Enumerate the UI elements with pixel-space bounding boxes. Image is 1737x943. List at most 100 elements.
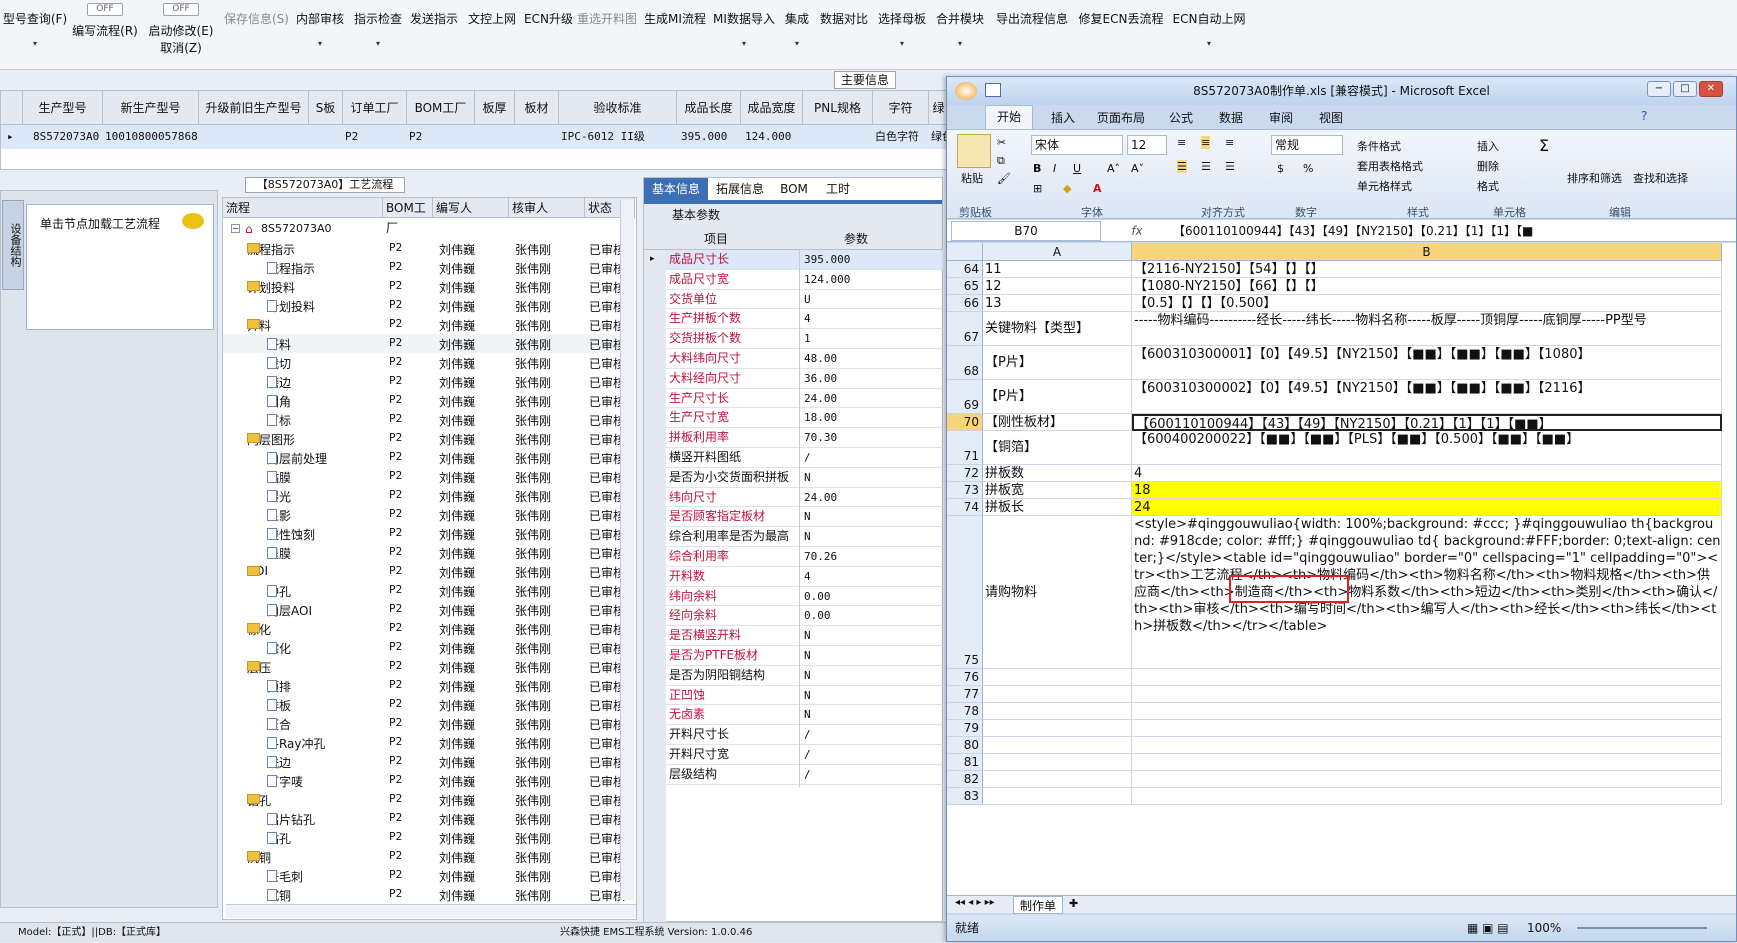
underline-icon[interactable]: U <box>1073 162 1081 175</box>
tree-row[interactable]: −沉铜P2刘伟巍张伟刚已审核 <box>223 847 625 866</box>
tree-row[interactable]: 曝光 P2 刘伟巍 张伟刚 已审核 <box>223 486 625 505</box>
row-header[interactable]: 82 <box>947 771 983 788</box>
tree-row[interactable]: 酸性蚀刻 P2 刘伟巍 张伟刚 已审核 <box>223 524 625 543</box>
tree-node[interactable]: 显影 <box>267 507 291 524</box>
align-top-icon[interactable]: ≡ <box>1177 136 1186 149</box>
paste-button[interactable]: 粘贴 <box>961 170 983 186</box>
name-box[interactable]: B70 <box>951 221 1101 241</box>
tree-row[interactable]: −内层图形P2刘伟巍张伟刚已审核 <box>223 429 625 448</box>
property-value[interactable]: / <box>804 745 811 764</box>
grid-header[interactable]: 生产型号 <box>23 91 103 125</box>
ecn-upgrade-button[interactable]: ECN升级 <box>524 4 573 64</box>
integrate-button[interactable]: 集成 ▾ <box>780 4 814 64</box>
grid-cell[interactable]: P2 <box>409 125 422 149</box>
tree-node[interactable]: 去毛刺 <box>267 868 303 885</box>
property-value[interactable]: 1 <box>804 329 811 348</box>
tree-row[interactable]: 内层前处理 P2 刘伟巍 张伟刚 已审核 <box>223 448 625 467</box>
generate-mi-button[interactable]: 生成MI流程 <box>644 4 706 64</box>
delete-button[interactable]: 删除 <box>1477 158 1499 174</box>
cut-icon[interactable]: ✂ <box>997 136 1006 149</box>
cell-b[interactable]: 24 <box>1132 499 1722 516</box>
grid-header[interactable]: 板材 <box>515 91 559 125</box>
function-icon[interactable]: fx <box>1107 220 1167 242</box>
format-painter-icon[interactable]: 🖌 <box>997 172 1011 185</box>
tree-header[interactable]: 核审人 <box>509 198 585 218</box>
property-row[interactable]: 是否横竖开料 N <box>666 626 944 649</box>
tree-node[interactable]: −内层图形 <box>247 431 295 448</box>
repair-ecn-button[interactable]: 修复ECN丢流程 <box>1076 4 1166 64</box>
instruction-check-button[interactable]: 指示检查 ▾ <box>354 4 402 64</box>
format-button[interactable]: 格式 <box>1477 178 1499 194</box>
cell-a[interactable] <box>983 720 1132 737</box>
tree-node[interactable]: −AOI <box>247 564 268 578</box>
cell-b[interactable] <box>1132 703 1722 720</box>
grid-cell[interactable]: 白色字符 <box>875 125 919 149</box>
tree-row[interactable]: 沉铜 P2 刘伟巍 张伟刚 已审核 <box>223 885 625 904</box>
grid-header[interactable]: 字符 <box>873 91 929 125</box>
row-header[interactable]: 74 <box>947 499 983 516</box>
property-value[interactable]: 0.00 <box>804 606 831 625</box>
align-center-icon[interactable]: ☰ <box>1201 160 1211 173</box>
tree-node[interactable]: 钻孔 <box>267 830 291 847</box>
sum-icon[interactable]: Σ <box>1539 136 1549 155</box>
property-row[interactable]: 综合利用率是否为最高 N <box>666 527 944 550</box>
new-sheet-icon[interactable]: ✚ <box>1069 897 1078 910</box>
cell-b[interactable]: 【1080-NY2150】【66】【】【】 <box>1132 278 1722 295</box>
property-row[interactable]: 无卤素 N <box>666 705 944 728</box>
mi-import-button[interactable]: MI数据导入 ▾ <box>712 4 776 64</box>
tree-row[interactable]: 内层AOI P2 刘伟巍 张伟刚 已审核 <box>223 600 625 619</box>
tree-node[interactable]: 预排 <box>267 678 291 695</box>
tree-horizontal-scrollbar[interactable] <box>226 904 636 918</box>
cell-a[interactable]: 拼板宽 <box>983 482 1132 499</box>
tree-node[interactable]: 退膜 <box>267 545 291 562</box>
property-value[interactable]: N <box>804 705 811 724</box>
cell-a[interactable] <box>983 703 1132 720</box>
tree-node[interactable]: 曝光 <box>267 488 291 505</box>
property-value[interactable]: 0.00 <box>804 587 831 606</box>
property-row[interactable]: 是否为小交货面积拼板 N <box>666 467 944 490</box>
maximize-icon[interactable]: □ <box>1673 81 1697 97</box>
ribbon-tab-view[interactable]: 视图 <box>1319 109 1343 126</box>
cell-b[interactable] <box>1132 669 1722 686</box>
row-header[interactable]: 64 <box>947 261 983 278</box>
align-right-icon[interactable]: ☰ <box>1225 160 1235 173</box>
tree-node[interactable]: −沉铜 <box>247 849 271 866</box>
row-header[interactable]: 75 <box>947 516 983 669</box>
property-row[interactable]: 大料纬向尺寸 48.00 <box>666 349 944 371</box>
grid-header[interactable]: 升级前旧生产型号 <box>199 91 309 125</box>
grid-cell[interactable]: 10010800057868 <box>105 125 198 149</box>
row-header[interactable]: 73 <box>947 482 983 499</box>
cell-b[interactable] <box>1132 788 1722 805</box>
tree-node[interactable]: 冲孔 <box>267 583 291 600</box>
border-icon[interactable]: ⊞ <box>1033 182 1042 195</box>
tree-row[interactable]: 棕化 P2 刘伟巍 张伟刚 已审核 <box>223 638 625 657</box>
property-value[interactable]: N <box>804 507 811 526</box>
grid-cell[interactable]: 395.000 <box>681 125 727 149</box>
grow-font-icon[interactable]: A˄ <box>1107 162 1120 175</box>
grid-header[interactable]: 板厚 <box>475 91 515 125</box>
tab-extended-info[interactable]: 拓展信息 <box>708 178 772 200</box>
property-value[interactable]: 70.30 <box>804 428 837 447</box>
close-icon[interactable]: ✕ <box>1699 81 1723 97</box>
property-row[interactable]: 纬向尺寸 24.00 <box>666 487 944 510</box>
tree-row[interactable]: 开料 P2 刘伟巍 张伟刚 已审核 <box>223 334 625 353</box>
property-value[interactable]: 395.000 <box>804 250 850 269</box>
send-instruction-button[interactable]: 发送指示 <box>410 4 458 64</box>
row-header[interactable]: 65 <box>947 278 983 295</box>
start-edit-button[interactable]: OFF 启动修改(E) 取消(Z) <box>148 0 214 60</box>
row-header[interactable]: 76 <box>947 669 983 686</box>
row-header[interactable]: 69 <box>947 380 983 414</box>
row-header[interactable]: 66 <box>947 295 983 312</box>
column-header-a[interactable]: A <box>983 243 1132 261</box>
merge-module-button[interactable]: 合并模块 ▾ <box>934 4 986 64</box>
row-header[interactable]: 70 <box>947 414 983 431</box>
grid-header[interactable]: S板 <box>309 91 343 125</box>
property-value[interactable]: 36.00 <box>804 369 837 388</box>
cell-a[interactable] <box>983 788 1132 805</box>
row-header[interactable]: 80 <box>947 737 983 754</box>
find-select-button[interactable]: 查找和选择 <box>1633 170 1688 186</box>
cell-b[interactable] <box>1132 771 1722 788</box>
tab-basic-info[interactable]: 基本信息 <box>644 178 708 200</box>
tree-node[interactable]: 流程指示 <box>267 260 315 277</box>
tree-node[interactable]: 开料 <box>267 336 291 353</box>
